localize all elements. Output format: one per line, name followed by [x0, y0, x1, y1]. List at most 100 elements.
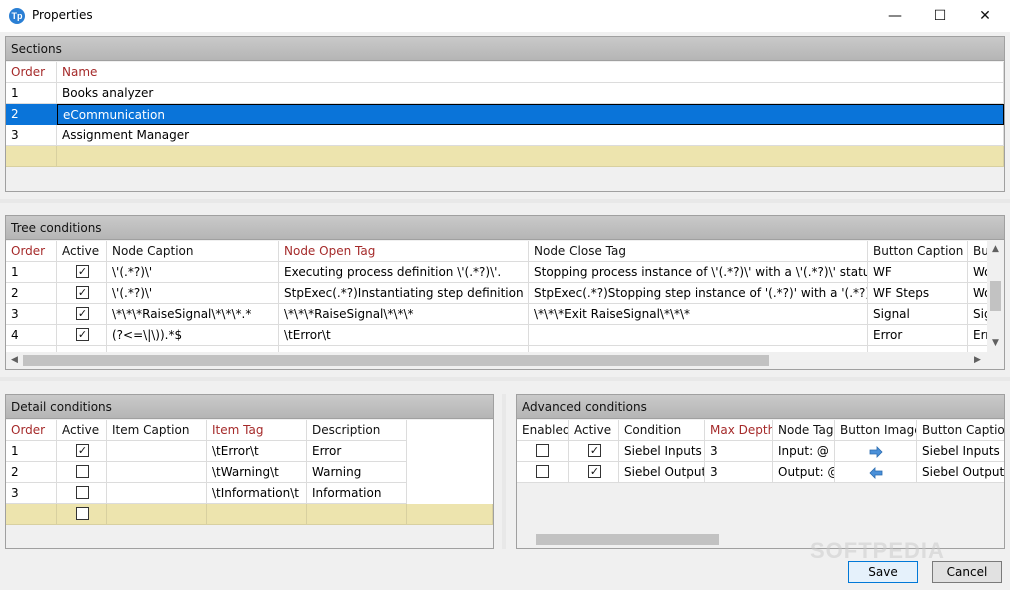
cell-name[interactable]: Assignment Manager [57, 125, 1004, 146]
cell-order[interactable]: 2 [6, 283, 57, 304]
cell-max-depth[interactable]: 3 [705, 441, 773, 462]
cell-item-caption[interactable] [107, 483, 207, 504]
column-header-order[interactable]: Order [6, 241, 57, 262]
cell-enabled[interactable] [517, 441, 569, 462]
table-row[interactable]: ✓ Siebel Outputs 3 Output: @ Siebel Outp… [517, 462, 1004, 483]
scroll-thumb[interactable] [23, 355, 769, 366]
scroll-thumb[interactable] [990, 281, 1001, 311]
cell-node-tag[interactable]: Input: @ [773, 441, 835, 462]
cell-active[interactable] [57, 504, 107, 525]
scroll-right-icon[interactable]: ▶ [969, 352, 986, 369]
cell-button[interactable]: Err [968, 325, 987, 346]
cell-node-close-tag[interactable]: Stopping process instance of \'(.*?)\' w… [529, 262, 868, 283]
column-header-max-depth[interactable]: Max Depth [705, 420, 773, 441]
column-header-active[interactable]: Active [57, 420, 107, 441]
table-row[interactable]: 2 ✓ \'(.*?)\' StpExec(.*?)Instantiating … [6, 283, 987, 304]
column-header-item-tag[interactable]: Item Tag [207, 420, 307, 441]
cell-node-open-tag[interactable]: Executing process definition \'(.*?)\'. [279, 262, 529, 283]
active-checkbox[interactable]: ✓ [76, 328, 89, 341]
column-header-node-caption[interactable]: Node Caption [107, 241, 279, 262]
cancel-button[interactable]: Cancel [932, 561, 1002, 583]
scroll-down-icon[interactable]: ▼ [987, 335, 1004, 352]
cell-order[interactable]: 2 [6, 104, 57, 125]
scroll-up-icon[interactable]: ▲ [987, 241, 1004, 258]
cell-item-tag[interactable]: \tInformation\t [207, 483, 307, 504]
cell-description[interactable]: Warning [307, 462, 407, 483]
cell-order[interactable]: 4 [6, 325, 57, 346]
column-header-name[interactable]: Name [57, 62, 1004, 83]
close-button[interactable]: ✕ [962, 0, 1008, 32]
new-row[interactable] [6, 146, 1004, 167]
column-header-node-tag[interactable]: Node Tag [773, 420, 835, 441]
cell-name[interactable] [57, 146, 1004, 167]
cell-button-image[interactable] [835, 462, 917, 483]
cell-node-open-tag[interactable]: StpExec(.*?)Instantiating step definitio… [279, 283, 529, 304]
cell-button-image[interactable] [835, 441, 917, 462]
cell-node-close-tag[interactable]: \*\*\*Exit RaiseSignal\*\*\* [529, 304, 868, 325]
cell-node-caption[interactable]: \*\*\*RaiseSignal\*\*\*.* [107, 304, 279, 325]
cell-button-caption[interactable]: Signal [868, 304, 968, 325]
splitter[interactable] [0, 377, 1010, 381]
cell-node-caption[interactable]: \'(.*?)\' [107, 262, 279, 283]
column-header-enabled[interactable]: Enabled [517, 420, 569, 441]
table-row[interactable]: 3 Assignment Manager [6, 125, 1004, 146]
cell-active[interactable] [57, 483, 107, 504]
cell-button-caption[interactable]: WF [868, 262, 968, 283]
cell-button-caption[interactable]: Error [868, 325, 968, 346]
active-checkbox[interactable]: ✓ [76, 444, 89, 457]
active-checkbox[interactable] [76, 486, 89, 499]
cell-order[interactable]: 3 [6, 304, 57, 325]
tree-horizontal-scrollbar[interactable]: ◀ ▶ [6, 352, 1004, 369]
scroll-thumb[interactable] [536, 534, 719, 545]
active-checkbox[interactable]: ✓ [588, 465, 601, 478]
cell-max-depth[interactable]: 3 [705, 462, 773, 483]
table-row-selected[interactable]: 2 eCommunication [6, 104, 1004, 125]
cell-condition[interactable]: Siebel Outputs [619, 462, 705, 483]
column-header-node-open-tag[interactable]: Node Open Tag [279, 241, 529, 262]
cell-name[interactable]: Books analyzer [57, 83, 1004, 104]
active-checkbox[interactable]: ✓ [76, 307, 89, 320]
cell-button-caption[interactable]: Siebel Outputs [917, 462, 1004, 483]
minimize-button[interactable]: — [872, 0, 918, 32]
cell-order[interactable] [6, 146, 57, 167]
cell-button[interactable]: Wo [968, 283, 987, 304]
cell-active[interactable]: ✓ [57, 304, 107, 325]
cell-button[interactable]: Wo [968, 262, 987, 283]
cell-order[interactable]: 1 [6, 262, 57, 283]
cell-button-caption[interactable]: WF Steps [868, 283, 968, 304]
cell-order[interactable] [6, 504, 57, 525]
cell-description[interactable] [307, 504, 407, 525]
cell-active[interactable]: ✓ [57, 262, 107, 283]
tree-vertical-scrollbar[interactable]: ▲ ▼ [987, 241, 1004, 352]
cell-node-open-tag[interactable]: \*\*\*RaiseSignal\*\*\* [279, 304, 529, 325]
cell-description[interactable]: Information [307, 483, 407, 504]
table-row[interactable]: 2 \tWarning\t Warning [6, 462, 493, 483]
cell-node-caption[interactable]: (?<=\|\)).*$ [107, 325, 279, 346]
table-row[interactable]: 4 ✓ (?<=\|\)).*$ \tError\t Error Err [6, 325, 987, 346]
new-row[interactable] [6, 504, 493, 525]
scroll-left-icon[interactable]: ◀ [6, 352, 23, 369]
cell-item-tag[interactable]: \tWarning\t [207, 462, 307, 483]
cell-item-tag[interactable] [207, 504, 307, 525]
table-row[interactable]: 3 \tInformation\t Information [6, 483, 493, 504]
column-header-active[interactable]: Active [569, 420, 619, 441]
enabled-checkbox[interactable] [536, 444, 549, 457]
cell-order[interactable]: 2 [6, 462, 57, 483]
cell-active[interactable]: ✓ [569, 441, 619, 462]
column-header-description[interactable]: Description [307, 420, 407, 441]
cell-node-caption[interactable]: \'(.*?)\' [107, 283, 279, 304]
column-header-node-close-tag[interactable]: Node Close Tag [529, 241, 868, 262]
cell-order[interactable]: 3 [6, 125, 57, 146]
cell-active[interactable] [57, 462, 107, 483]
cell-button-caption[interactable]: Siebel Inputs [917, 441, 1004, 462]
cell-blank[interactable] [407, 504, 493, 525]
table-row[interactable]: 1 ✓ \tError\t Error [6, 441, 493, 462]
maximize-button[interactable]: ☐ [917, 0, 963, 32]
vertical-splitter[interactable] [502, 394, 506, 549]
cell-active[interactable]: ✓ [569, 462, 619, 483]
cell-active[interactable]: ✓ [57, 283, 107, 304]
cell-condition[interactable]: Siebel Inputs [619, 441, 705, 462]
cell-node-close-tag[interactable] [529, 325, 868, 346]
active-checkbox[interactable]: ✓ [76, 265, 89, 278]
cell-item-tag[interactable]: \tError\t [207, 441, 307, 462]
